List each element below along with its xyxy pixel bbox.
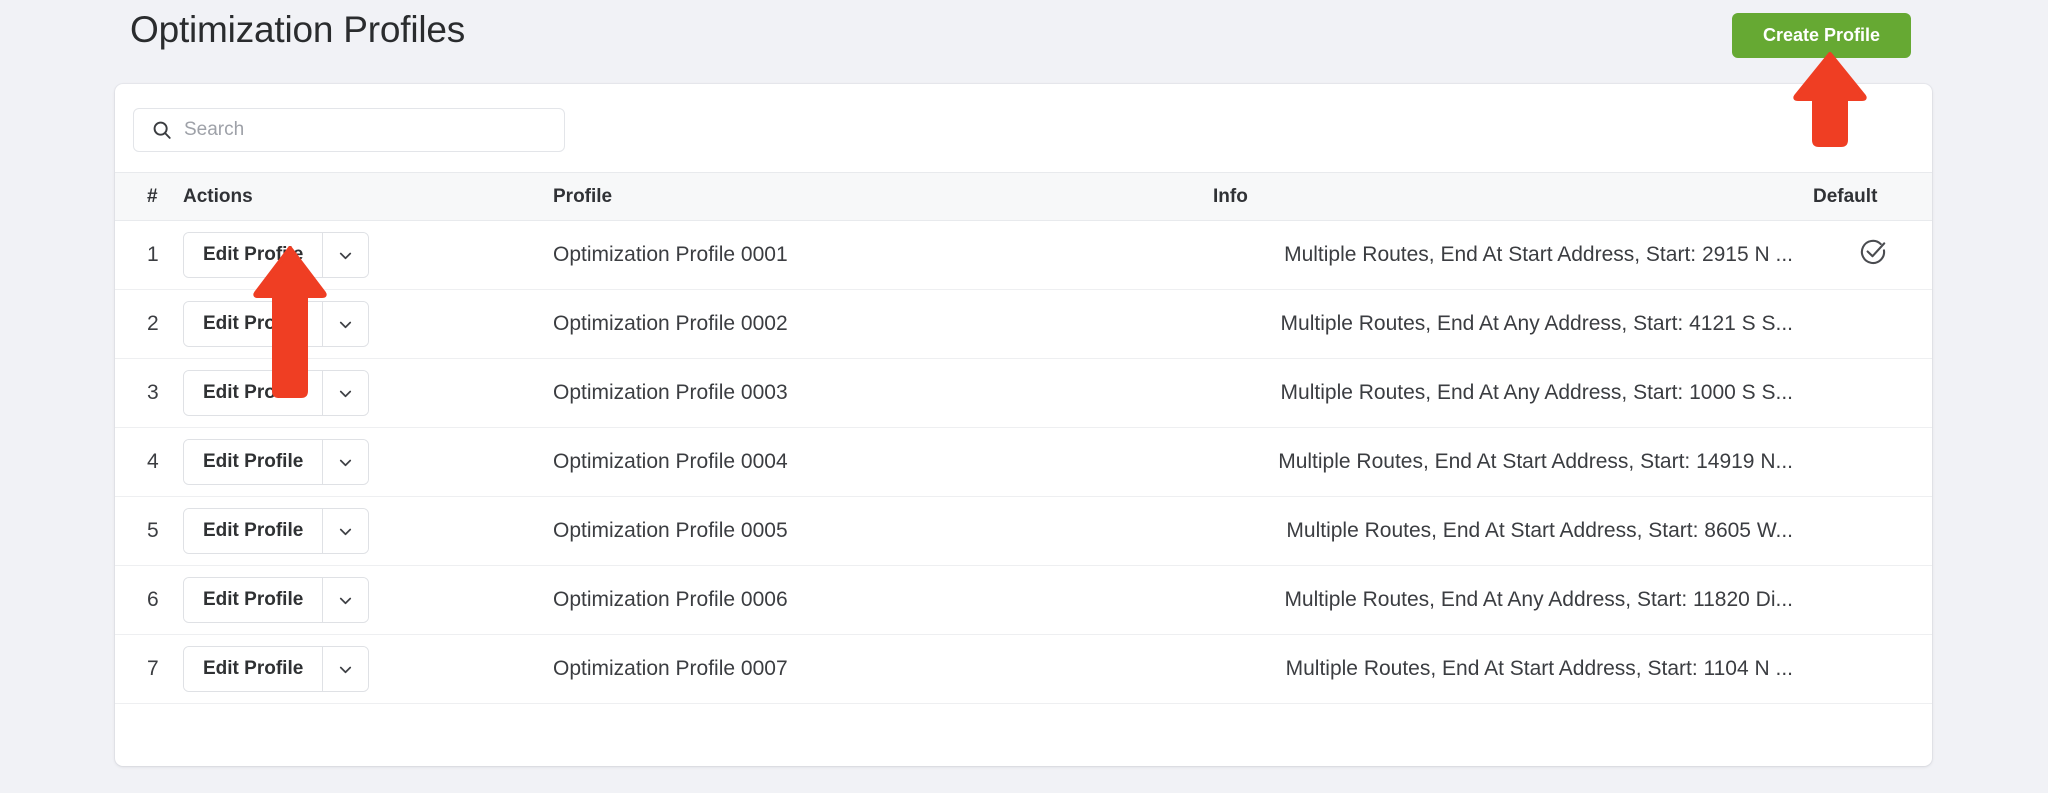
chevron-down-icon[interactable] (322, 371, 369, 415)
row-actions: Edit Profile (183, 289, 553, 359)
chevron-down-icon[interactable] (322, 647, 369, 691)
row-actions: Edit Profile (183, 220, 553, 290)
edit-profile-split-button[interactable]: Edit Profile (183, 508, 370, 554)
create-profile-button[interactable]: Create Profile (1732, 13, 1911, 58)
row-actions: Edit Profile (183, 496, 553, 566)
row-info: Multiple Routes, End At Any Address, Sta… (1213, 358, 1813, 428)
row-info: Multiple Routes, End At Start Address, S… (1213, 220, 1813, 290)
row-profile-name: Optimization Profile 0003 (553, 358, 1213, 428)
row-default (1813, 358, 1932, 428)
edit-profile-button[interactable]: Edit Profile (184, 440, 323, 484)
row-info: Multiple Routes, End At Any Address, Sta… (1213, 565, 1813, 635)
table-header: # Actions Profile Info Default (115, 172, 1932, 221)
column-header-default: Default (1813, 185, 1878, 207)
edit-profile-button[interactable]: Edit Profile (184, 371, 323, 415)
row-number: 6 (115, 565, 183, 635)
edit-profile-split-button[interactable]: Edit Profile (183, 370, 370, 416)
chevron-down-icon[interactable] (322, 578, 369, 622)
row-actions: Edit Profile (183, 634, 553, 704)
row-default (1813, 427, 1932, 497)
edit-profile-split-button[interactable]: Edit Profile (183, 301, 370, 347)
row-profile-name: Optimization Profile 0006 (553, 565, 1213, 635)
table-row: 3 Edit Profile Optimization Profile 0003 Mu… (115, 358, 1932, 428)
row-number: 5 (115, 496, 183, 566)
row-number: 2 (115, 289, 183, 359)
row-number: 3 (115, 358, 183, 428)
table-row: 2 Edit Profile Optimization Profile 0002 Mu… (115, 289, 1932, 359)
chevron-down-icon[interactable] (322, 302, 369, 346)
row-info: Multiple Routes, End At Start Address, S… (1213, 496, 1813, 566)
row-profile-name: Optimization Profile 0005 (553, 496, 1213, 566)
edit-profile-split-button[interactable]: Edit Profile (183, 646, 370, 692)
search-icon (151, 119, 173, 141)
row-default (1813, 289, 1932, 359)
table-row: 7 Edit Profile Optimization Profile 0007 Mu… (115, 634, 1932, 704)
row-info: Multiple Routes, End At Start Address, S… (1213, 634, 1813, 704)
table-body: 1 Edit Profile Optimization Profile 0001 Mu… (115, 220, 1932, 704)
edit-profile-split-button[interactable]: Edit Profile (183, 577, 370, 623)
chevron-down-icon[interactable] (322, 509, 369, 553)
page-header: Optimization Profiles Create Profile (0, 0, 2048, 72)
row-default (1813, 496, 1932, 566)
profiles-card: # Actions Profile Info Default 1Edit Pro… (115, 84, 1932, 766)
row-info: Multiple Routes, End At Start Address, S… (1213, 427, 1813, 497)
check-circle-icon[interactable] (1859, 238, 1887, 272)
row-profile-name: Optimization Profile 0001 (553, 220, 1213, 290)
row-number: 7 (115, 634, 183, 704)
column-header-number: # (147, 185, 158, 207)
edit-profile-button[interactable]: Edit Profile (184, 647, 323, 691)
search-box[interactable] (133, 108, 565, 152)
chevron-down-icon[interactable] (322, 233, 369, 277)
edit-profile-split-button[interactable]: Edit Profile (183, 439, 370, 485)
column-header-info: Info (1213, 185, 1248, 207)
row-actions: Edit Profile (183, 565, 553, 635)
edit-profile-split-button[interactable]: Edit Profile (183, 232, 370, 278)
edit-profile-button[interactable]: Edit Profile (184, 233, 323, 277)
page-title: Optimization Profiles (130, 9, 466, 50)
row-default (1813, 634, 1932, 704)
column-header-profile: Profile (553, 185, 613, 207)
search-area (115, 84, 1932, 172)
edit-profile-button[interactable]: Edit Profile (184, 509, 323, 553)
row-profile-name: Optimization Profile 0002 (553, 289, 1213, 359)
row-default (1813, 565, 1932, 635)
row-number: 4 (115, 427, 183, 497)
row-actions: Edit Profile (183, 427, 553, 497)
search-input[interactable] (184, 119, 534, 141)
row-actions: Edit Profile (183, 358, 553, 428)
profiles-table: # Actions Profile Info Default 1 Edit Pro… (115, 172, 1932, 704)
chevron-down-icon[interactable] (322, 440, 369, 484)
table-row: 1 Edit Profile Optimization Profile 0001 Mu… (115, 220, 1932, 290)
column-header-actions: Actions (183, 185, 253, 207)
row-profile-name: Optimization Profile 0004 (553, 427, 1213, 497)
edit-profile-button[interactable]: Edit Profile (184, 578, 323, 622)
row-profile-name: Optimization Profile 0007 (553, 634, 1213, 704)
table-row: 4 Edit Profile Optimization Profile 0004 Mu… (115, 427, 1932, 497)
row-number: 1 (115, 220, 183, 290)
row-info: Multiple Routes, End At Any Address, Sta… (1213, 289, 1813, 359)
table-header-row: # Actions Profile Info Default (115, 172, 1932, 221)
table-row: 5 Edit Profile Optimization Profile 0005 Mu… (115, 496, 1932, 566)
row-default (1813, 220, 1932, 290)
edit-profile-button[interactable]: Edit Profile (184, 302, 323, 346)
table-row: 6 Edit Profile Optimization Profile 0006 Mu… (115, 565, 1932, 635)
